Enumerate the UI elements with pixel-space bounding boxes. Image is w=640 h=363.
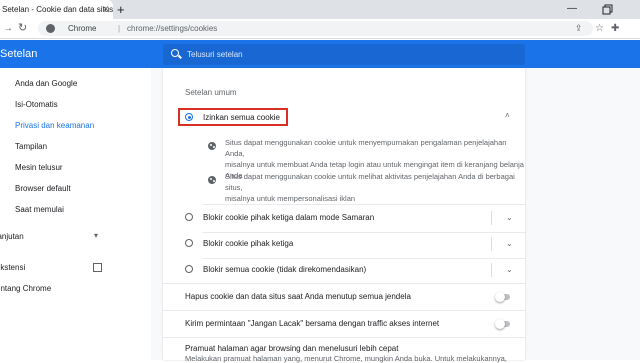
search-box[interactable] — [163, 44, 525, 65]
sidebar-item-about-chrome[interactable]: Tentang Chrome — [0, 281, 51, 297]
sidebar-item-default-browser[interactable]: Browser default — [15, 181, 71, 197]
sidebar-item-advanced[interactable]: Lanjutan — [0, 229, 24, 245]
browser-toolbar: → ↻ Chrome | chrome://settings/cookies ⇪… — [0, 19, 640, 39]
settings-sidebar: Anda dan Google Isi-Otomatis Privasi dan… — [0, 68, 150, 360]
tab-strip: Setelan - Cookie dan data situs l ✕ + — — [0, 0, 640, 19]
sidebar-item-appearance[interactable]: Tampilan — [15, 139, 47, 155]
share-icon[interactable]: ⇪ — [575, 21, 583, 36]
radio-block-third-party[interactable] — [185, 239, 193, 247]
sidebar-item-on-startup[interactable]: Saat memulai — [15, 202, 64, 218]
divider — [163, 337, 525, 338]
clear-on-exit-toggle[interactable] — [495, 292, 510, 302]
radio-allow-all[interactable] — [185, 113, 193, 121]
address-bar[interactable]: Chrome | chrome://settings/cookies ⇪ ☆ — [38, 21, 604, 36]
chevron-up-icon[interactable]: ˄ — [505, 111, 510, 120]
search-input[interactable] — [187, 44, 507, 65]
sidebar-item-you-and-google[interactable]: Anda dan Google — [15, 76, 77, 92]
divider — [163, 310, 525, 311]
description-line: Situs dapat menggunakan cookie untuk mel… — [225, 172, 515, 192]
window-restore-icon[interactable] — [601, 1, 613, 18]
divider — [203, 204, 525, 205]
radio-block-incognito[interactable] — [185, 213, 193, 221]
chevron-down-icon[interactable]: ⌄ — [506, 265, 513, 274]
preload-description: Melakukan pramuat halaman yang, menurut … — [185, 354, 507, 363]
settings-content: Setelan umum Izinkan semua cookie ˄ Situ… — [151, 68, 640, 363]
option-block-third-party-label[interactable]: Blokir cookie pihak ketiga — [203, 239, 293, 248]
divider — [163, 283, 525, 284]
section-title: Setelan umum — [185, 88, 237, 97]
do-not-track-toggle[interactable] — [495, 319, 510, 329]
chevron-down-icon[interactable]: ⌄ — [506, 239, 513, 248]
option-block-incognito-label[interactable]: Blokir cookie pihak ketiga dalam mode Sa… — [203, 213, 374, 222]
page-title: Setelan — [0, 48, 38, 60]
option-block-all-label[interactable]: Blokir semua cookie (tidak direkomendasi… — [203, 265, 366, 274]
reload-icon[interactable]: ↻ — [18, 19, 27, 38]
divider — [203, 258, 525, 259]
tab-close-icon[interactable]: ✕ — [102, 0, 110, 19]
forward-arrow-icon[interactable]: → — [3, 19, 13, 38]
address-chrome-label: Chrome — [68, 24, 97, 33]
address-separator: | — [118, 24, 121, 33]
settings-header: Setelan — [0, 40, 640, 68]
window-minimize-button[interactable]: — — [567, 0, 577, 17]
vertical-divider — [491, 211, 492, 225]
sidebar-item-privacy[interactable]: Privasi dan keamanan — [15, 118, 94, 134]
address-url[interactable]: chrome://settings/cookies — [127, 21, 217, 36]
sidebar-item-extensions[interactable]: Ekstensi — [0, 260, 25, 276]
search-icon — [171, 49, 179, 57]
clear-on-exit-label: Hapus cookie dan data situs saat Anda me… — [185, 292, 411, 301]
bookmark-star-icon[interactable]: ☆ — [595, 21, 604, 36]
chevron-down-icon[interactable]: ▾ — [94, 231, 98, 240]
preload-label: Pramuat halaman agar browsing dan menelu… — [185, 344, 399, 353]
sidebar-item-autofill[interactable]: Isi-Otomatis — [15, 97, 58, 113]
chrome-site-icon — [46, 24, 55, 33]
tab-settings-cookies[interactable]: Setelan - Cookie dan data situs l — [0, 0, 113, 19]
cookie-icon — [208, 176, 216, 184]
tab-title: Setelan - Cookie dan data situs l — [2, 5, 113, 14]
chevron-down-icon[interactable]: ⌄ — [506, 213, 513, 222]
description-line: Situs dapat menggunakan cookie untuk men… — [225, 138, 507, 158]
new-tab-button[interactable]: + — [117, 0, 125, 19]
description-allow-2: Situs dapat menggunakan cookie untuk mel… — [225, 171, 525, 204]
description-line: misalnya untuk mempersonalisasi iklan — [225, 194, 356, 203]
cookies-card: Setelan umum Izinkan semua cookie ˄ Situ… — [163, 68, 525, 363]
divider — [203, 232, 525, 233]
do-not-track-label: Kirim permintaan "Jangan Lacak" bersama … — [185, 319, 440, 328]
open-in-new-icon[interactable] — [93, 263, 102, 272]
extensions-puzzle-icon[interactable]: ✚ — [611, 21, 619, 36]
radio-block-all[interactable] — [185, 265, 193, 273]
option-allow-all-label[interactable]: Izinkan semua cookie — [203, 113, 280, 122]
sidebar-item-search-engine[interactable]: Mesin telusur — [15, 160, 63, 176]
vertical-divider — [491, 237, 492, 251]
cookie-icon — [208, 142, 216, 150]
vertical-divider — [491, 263, 492, 277]
